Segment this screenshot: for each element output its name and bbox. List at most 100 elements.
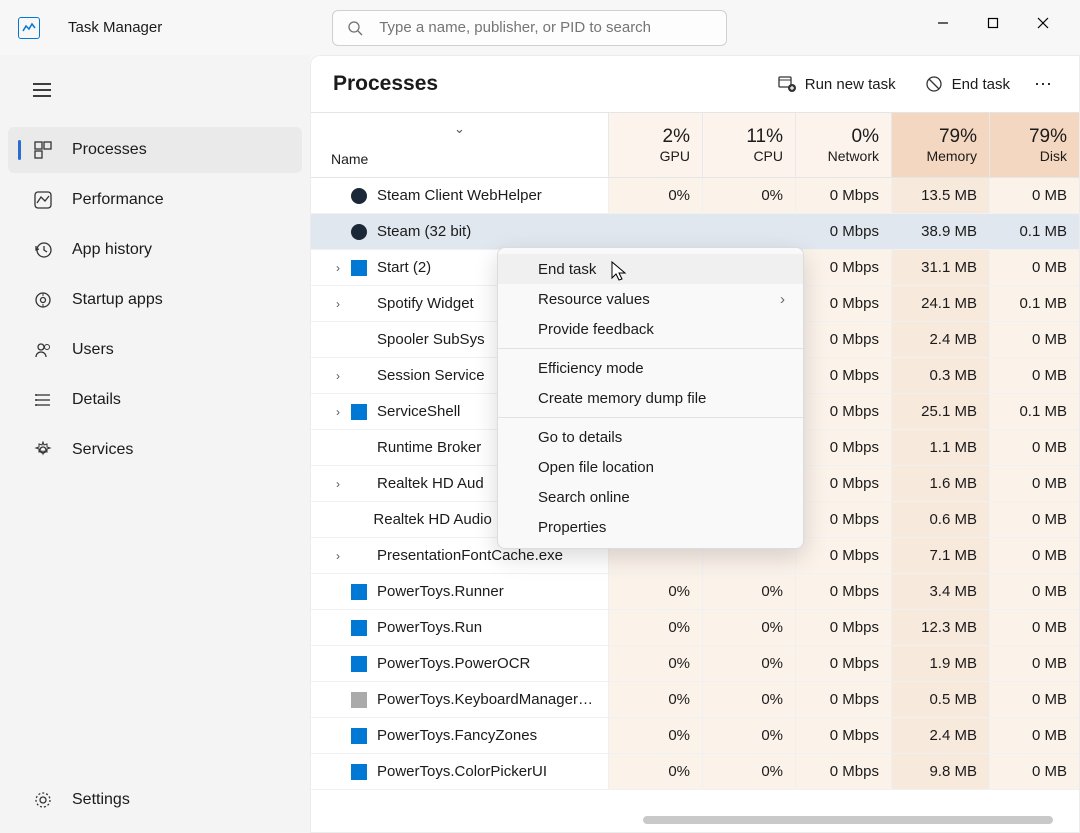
cell-gpu: 0% <box>608 718 702 753</box>
cell-name[interactable]: PowerToys.PowerOCR <box>311 646 608 681</box>
cell-disk: 0 MB <box>989 502 1079 537</box>
nav-startup[interactable]: Startup apps <box>8 277 302 323</box>
cell-disk: 0.1 MB <box>989 394 1079 429</box>
table-row[interactable]: PowerToys.Runner0%0%0 Mbps3.4 MB0 MB <box>311 574 1079 610</box>
sidebar: Processes Performance App history Startu… <box>0 55 310 833</box>
cell-net: 0 Mbps <box>795 574 891 609</box>
close-button[interactable] <box>1018 6 1068 40</box>
cell-disk: 0 MB <box>989 430 1079 465</box>
nav-services[interactable]: Services <box>8 427 302 473</box>
window-controls <box>918 6 1080 40</box>
process-icon <box>351 368 367 384</box>
table-row[interactable]: PowerToys.ColorPickerUI0%0%0 Mbps9.8 MB0… <box>311 754 1079 790</box>
cell-name[interactable]: PowerToys.KeyboardManager… <box>311 682 608 717</box>
process-name: Session Service <box>377 367 485 384</box>
cell-name[interactable]: PowerToys.ColorPickerUI <box>311 754 608 789</box>
nav-settings[interactable]: Settings <box>8 777 302 823</box>
process-name: PowerToys.PowerOCR <box>377 655 530 672</box>
cell-net: 0 Mbps <box>795 502 891 537</box>
nav-performance[interactable]: Performance <box>8 177 302 223</box>
col-mem-label: Memory <box>926 148 977 164</box>
cell-mem: 7.1 MB <box>891 538 989 573</box>
cell-net: 0 Mbps <box>795 358 891 393</box>
process-name: PowerToys.Run <box>377 619 482 636</box>
menu-item[interactable]: Create memory dump file <box>498 383 803 413</box>
col-mem-pct: 79% <box>939 126 977 148</box>
nav-users[interactable]: Users <box>8 327 302 373</box>
end-task-button[interactable]: End task <box>924 74 1010 94</box>
run-task-icon <box>777 74 797 94</box>
cell-mem: 12.3 MB <box>891 610 989 645</box>
nav-processes[interactable]: Processes <box>8 127 302 173</box>
menu-item[interactable]: Search online <box>498 482 803 512</box>
menu-item[interactable]: End task <box>498 254 803 284</box>
cell-name[interactable]: Steam Client WebHelper <box>311 178 608 213</box>
nav-label: Details <box>72 391 121 409</box>
minimize-button[interactable] <box>918 6 968 40</box>
cell-name[interactable]: PowerToys.FancyZones <box>311 718 608 753</box>
nav-app-history[interactable]: App history <box>8 227 302 273</box>
nav-details[interactable]: Details <box>8 377 302 423</box>
cell-cpu: 0% <box>702 610 795 645</box>
process-icon <box>351 656 367 672</box>
cell-name[interactable]: PowerToys.Runner <box>311 574 608 609</box>
app-title: Task Manager <box>68 19 162 36</box>
run-new-task-button[interactable]: Run new task <box>777 74 896 94</box>
menu-item[interactable]: Go to details <box>498 422 803 452</box>
table-row[interactable]: PowerToys.Run0%0%0 Mbps12.3 MB0 MB <box>311 610 1079 646</box>
col-disk[interactable]: 79% Disk <box>989 113 1079 177</box>
col-name[interactable]: ⌄ Name <box>311 113 608 177</box>
expand-icon[interactable]: › <box>331 369 345 383</box>
cell-disk: 0 MB <box>989 358 1079 393</box>
cell-mem: 25.1 MB <box>891 394 989 429</box>
history-icon <box>32 239 54 261</box>
cell-cpu: 0% <box>702 574 795 609</box>
expand-icon[interactable]: › <box>331 261 345 275</box>
table-row[interactable]: Steam (32 bit)0 Mbps38.9 MB0.1 MB <box>311 214 1079 250</box>
performance-icon <box>32 189 54 211</box>
cell-net: 0 Mbps <box>795 178 891 213</box>
col-net[interactable]: 0% Network <box>795 113 891 177</box>
process-name: Realtek HD Aud <box>377 475 484 492</box>
cell-mem: 0.6 MB <box>891 502 989 537</box>
cell-disk: 0 MB <box>989 574 1079 609</box>
search-box[interactable] <box>332 10 727 46</box>
menu-item[interactable]: Properties <box>498 512 803 542</box>
cell-gpu: 0% <box>608 754 702 789</box>
col-gpu[interactable]: 2% GPU <box>608 113 702 177</box>
cell-mem: 1.9 MB <box>891 646 989 681</box>
cell-net: 0 Mbps <box>795 430 891 465</box>
cell-name[interactable]: Steam (32 bit) <box>311 214 608 249</box>
col-mem[interactable]: 79% Memory <box>891 113 989 177</box>
table-row[interactable]: PowerToys.KeyboardManager…0%0%0 Mbps0.5 … <box>311 682 1079 718</box>
cell-mem: 2.4 MB <box>891 718 989 753</box>
process-name: Spotify Widget <box>377 295 474 312</box>
run-task-label: Run new task <box>805 76 896 93</box>
cell-name[interactable]: PowerToys.Run <box>311 610 608 645</box>
nav-label: App history <box>72 241 152 259</box>
chevron-down-icon: ⌄ <box>454 121 465 137</box>
table-row[interactable]: PowerToys.PowerOCR0%0%0 Mbps1.9 MB0 MB <box>311 646 1079 682</box>
cell-mem: 2.4 MB <box>891 322 989 357</box>
cell-gpu: 0% <box>608 178 702 213</box>
nav-label: Settings <box>72 791 130 809</box>
menu-item[interactable]: Resource values <box>498 284 803 314</box>
menu-item[interactable]: Efficiency mode <box>498 353 803 383</box>
nav-label: Users <box>72 341 114 359</box>
details-icon <box>32 389 54 411</box>
search-input[interactable] <box>379 19 712 36</box>
expand-icon[interactable]: › <box>331 549 345 563</box>
expand-icon[interactable]: › <box>331 405 345 419</box>
horizontal-scrollbar[interactable] <box>643 816 1053 824</box>
maximize-button[interactable] <box>968 6 1018 40</box>
more-button[interactable]: ⋯ <box>1034 74 1055 95</box>
table-row[interactable]: PowerToys.FancyZones0%0%0 Mbps2.4 MB0 MB <box>311 718 1079 754</box>
expand-icon[interactable]: › <box>331 297 345 311</box>
menu-item[interactable]: Open file location <box>498 452 803 482</box>
expand-icon[interactable]: › <box>331 477 345 491</box>
col-cpu[interactable]: 11% CPU <box>702 113 795 177</box>
menu-item[interactable]: Provide feedback <box>498 314 803 344</box>
process-name: Steam (32 bit) <box>377 223 471 240</box>
table-row[interactable]: Steam Client WebHelper0%0%0 Mbps13.5 MB0… <box>311 178 1079 214</box>
hamburger-button[interactable] <box>22 73 62 107</box>
